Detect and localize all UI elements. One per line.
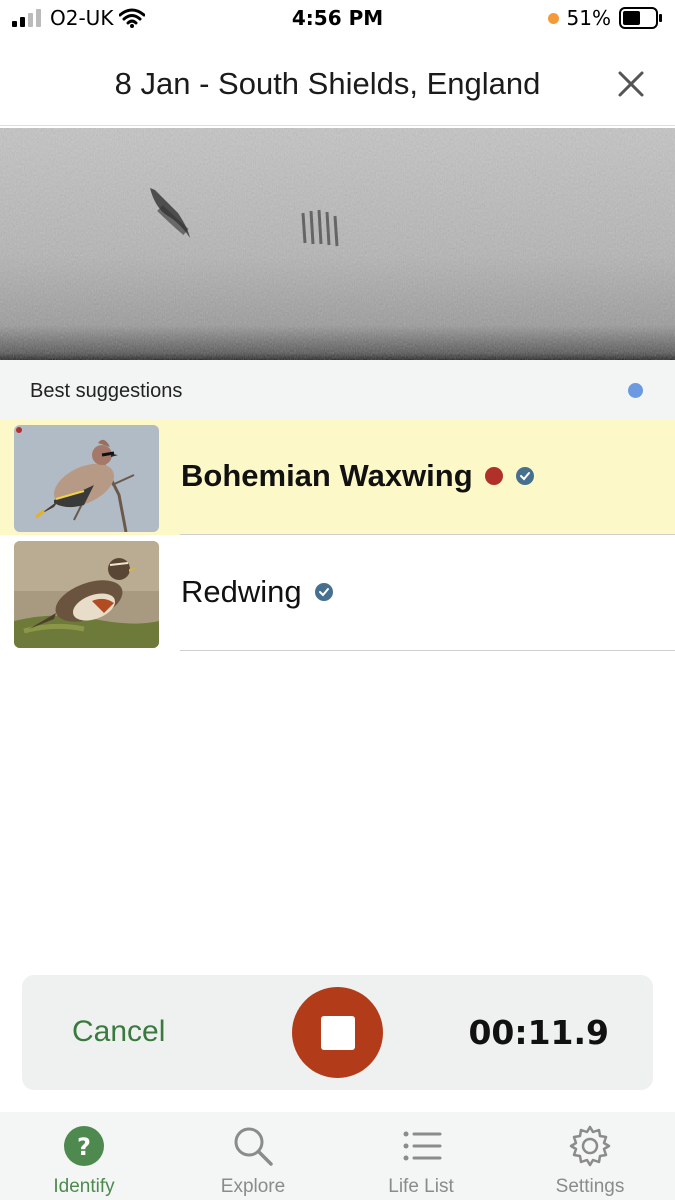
- battery-icon: [619, 7, 662, 29]
- suggestions-heading: Best suggestions: [30, 380, 183, 402]
- status-bar: O2-UK 4:56 PM 51%: [0, 0, 675, 40]
- tab-label: Identify: [53, 1176, 115, 1197]
- suggestion-name-container: Redwing: [181, 574, 334, 610]
- verified-check-icon: [515, 467, 534, 485]
- listening-indicator-dot: [628, 383, 643, 398]
- species-name: Bohemian Waxwing: [181, 458, 473, 493]
- gear-icon: [569, 1125, 611, 1167]
- rare-species-dot: [484, 467, 503, 485]
- battery-percent: 51%: [566, 6, 611, 30]
- recording-indicator-dot: [547, 12, 559, 24]
- suggestions-header: Best suggestions: [0, 360, 675, 420]
- tab-label: Explore: [220, 1176, 286, 1197]
- row-divider: [180, 650, 675, 651]
- recorder-panel: Cancel 00:11.9: [22, 975, 653, 1090]
- recording-header: 8 Jan - South Shields, England: [0, 40, 675, 126]
- row-divider: [180, 534, 675, 535]
- stop-recording-button[interactable]: [292, 987, 383, 1078]
- wifi-icon: [119, 8, 146, 28]
- carrier-name: O2-UK: [50, 6, 114, 30]
- verified-check-icon: [314, 583, 333, 601]
- cellular-signal-icon: [12, 9, 41, 27]
- tab-label: Settings: [555, 1176, 625, 1197]
- species-name: Redwing: [181, 574, 302, 609]
- cancel-button[interactable]: Cancel: [72, 1015, 165, 1049]
- tab-explore[interactable]: Explore: [169, 1112, 337, 1200]
- list-icon: [403, 1131, 442, 1161]
- search-icon: [234, 1127, 273, 1166]
- redwing-thumbnail: [14, 541, 159, 648]
- suggestion-row-redwing[interactable]: Redwing: [0, 536, 675, 651]
- tab-label: Life List: [388, 1176, 454, 1197]
- bohemian-waxwing-thumbnail: [14, 425, 159, 532]
- suggestion-name-container: Bohemian Waxwing: [181, 458, 535, 494]
- spectrogram: [0, 128, 675, 360]
- tab-bar: ? Identify Explore Life List Settings: [0, 1112, 675, 1200]
- elapsed-time: 00:11.9: [468, 1013, 609, 1052]
- close-icon[interactable]: [615, 68, 647, 100]
- tab-identify[interactable]: ? Identify: [0, 1112, 168, 1200]
- stop-icon: [320, 1015, 355, 1050]
- suggestion-row-bohemian-waxwing[interactable]: Bohemian Waxwing: [0, 420, 675, 535]
- tab-life-list[interactable]: Life List: [337, 1112, 505, 1200]
- status-left: O2-UK: [12, 6, 146, 30]
- status-right: 51%: [547, 6, 663, 30]
- question-icon: ?: [64, 1126, 104, 1166]
- svg-text:?: ?: [77, 1133, 91, 1161]
- recording-title: 8 Jan - South Shields, England: [114, 66, 541, 101]
- tab-settings[interactable]: Settings: [506, 1112, 674, 1200]
